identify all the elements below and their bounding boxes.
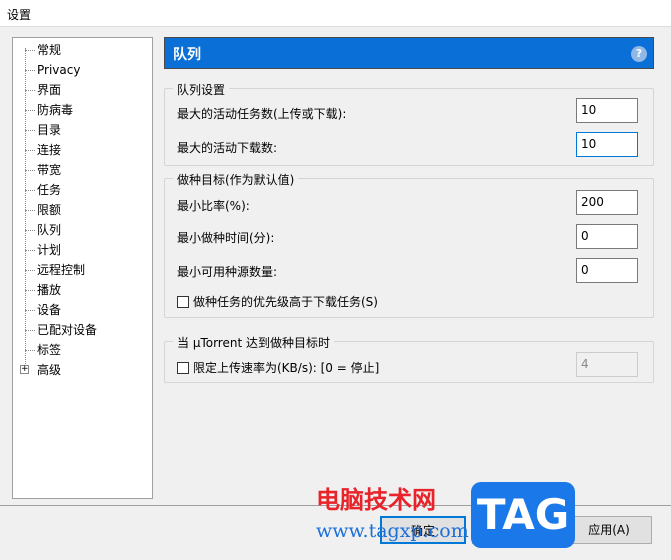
checkbox-icon[interactable] [177, 296, 189, 308]
tree-connector [25, 90, 35, 91]
expand-icon[interactable]: + [20, 365, 29, 374]
tree-connector [25, 210, 35, 211]
window-title: 设置 [0, 0, 671, 27]
tree-item[interactable]: 播放 [37, 280, 61, 300]
tree-connector [25, 170, 35, 171]
watermark-site-name: 电脑技术网 [316, 486, 436, 514]
watermark-logo: TAG [471, 482, 575, 548]
tree-item[interactable]: 高级 [37, 360, 61, 380]
tree-connector [25, 270, 35, 271]
tree-item[interactable]: 任务 [37, 180, 61, 200]
watermark-site-url: www.tagxp.com [316, 520, 469, 542]
max-active-label: 最大的活动任务数(上传或下载): [177, 107, 347, 121]
upload-limit-input[interactable]: 4 [576, 352, 638, 377]
tree-item[interactable]: Privacy [37, 60, 80, 80]
help-icon[interactable]: ? [631, 46, 647, 62]
section-title: 队列 [173, 47, 201, 63]
tree-item[interactable]: 队列 [37, 220, 61, 240]
tree-connector [25, 70, 35, 71]
tree-item[interactable]: 计划 [37, 240, 61, 260]
group-legend: 队列设置 [173, 81, 230, 98]
tree-item[interactable]: 远程控制 [37, 260, 85, 280]
tree-item[interactable]: 带宽 [37, 160, 61, 180]
seed-priority-label: 做种任务的优先级高于下载任务(S) [193, 295, 378, 309]
tree-connector [25, 50, 35, 51]
min-seeds-label: 最小可用种源数量: [177, 265, 278, 279]
section-header: 队列 ? [164, 37, 654, 69]
seeding-goal-group: 做种目标(作为默认值) 最小比率(%): 200 最小做种时间(分): 0 最小… [164, 171, 654, 318]
tree-item[interactable]: 已配对设备 [37, 320, 97, 340]
group-legend: 当 µTorrent 达到做种目标时 [173, 334, 334, 351]
checkbox-icon[interactable] [177, 362, 189, 374]
min-seeds-input[interactable]: 0 [576, 258, 638, 283]
goal-reached-group: 当 µTorrent 达到做种目标时 限定上传速率为(KB/s): [0 = 停… [164, 334, 654, 383]
min-seed-time-label: 最小做种时间(分): [177, 231, 275, 245]
tree-connector [25, 150, 35, 151]
group-legend: 做种目标(作为默认值) [173, 171, 299, 188]
tree-connector [25, 110, 35, 111]
tree-item[interactable]: 防病毒 [37, 100, 73, 120]
tree-item[interactable]: 界面 [37, 80, 61, 100]
max-downloads-label: 最大的活动下载数: [177, 141, 278, 155]
min-ratio-input[interactable]: 200 [576, 190, 638, 215]
max-active-input[interactable]: 10 [576, 98, 638, 123]
tree-connector [25, 290, 35, 291]
tree-item[interactable]: 连接 [37, 140, 61, 160]
limit-upload-label: 限定上传速率为(KB/s): [0 = 停止] [193, 361, 380, 375]
tree-item[interactable]: 标签 [37, 340, 61, 360]
queue-settings-group: 队列设置 最大的活动任务数(上传或下载): 10 最大的活动下载数: 10 [164, 81, 654, 166]
min-ratio-label: 最小比率(%): [177, 199, 250, 213]
tree-item[interactable]: 限额 [37, 200, 61, 220]
tree-connector [25, 190, 35, 191]
tree-item[interactable]: 设备 [37, 300, 61, 320]
tree-connector [25, 330, 35, 331]
max-downloads-input[interactable]: 10 [576, 132, 638, 157]
tree-connector [25, 250, 35, 251]
min-seed-time-input[interactable]: 0 [576, 224, 638, 249]
tree-connector [25, 130, 35, 131]
settings-tree[interactable]: 常规 Privacy 界面 防病毒 目录 连接 带宽 任务 限额 队列 计划 远程控制 播放 设备 已配对设… [12, 37, 153, 499]
seed-priority-checkbox[interactable]: 做种任务的优先级高于下载任务(S) [177, 293, 378, 310]
tree-connector [25, 230, 35, 231]
apply-button[interactable]: 应用(A) [566, 516, 652, 544]
tree-connector [25, 350, 35, 351]
tree-item[interactable]: 目录 [37, 120, 61, 140]
tree-connector [25, 310, 35, 311]
tree-item[interactable]: 常规 [37, 40, 61, 60]
limit-upload-checkbox[interactable]: 限定上传速率为(KB/s): [0 = 停止] [177, 359, 379, 376]
tree-line [25, 48, 26, 368]
